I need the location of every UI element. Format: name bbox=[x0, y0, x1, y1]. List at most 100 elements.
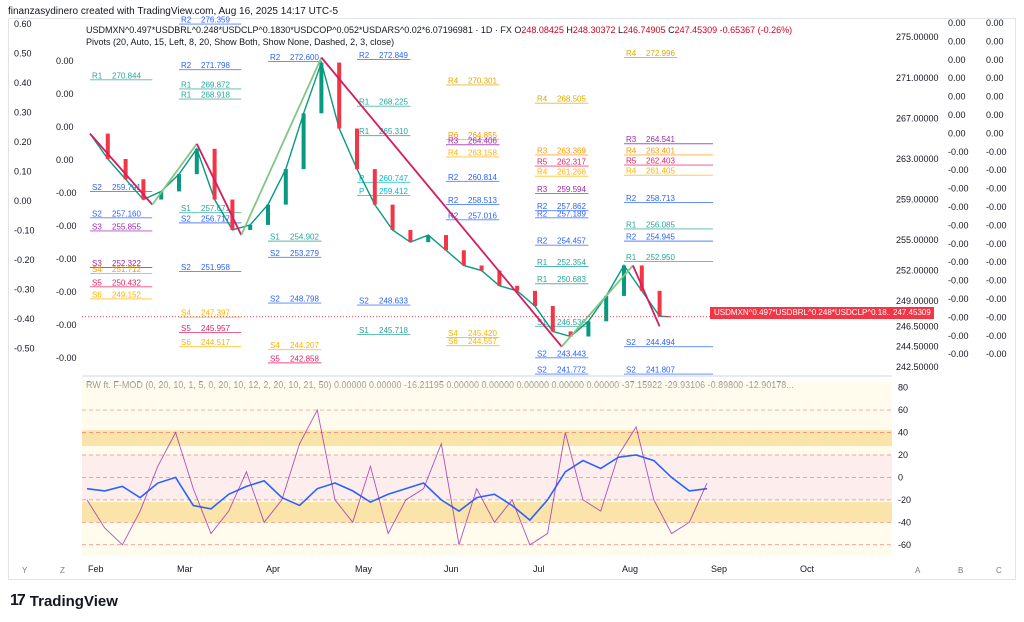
pivot-label: R3 bbox=[448, 136, 459, 145]
pivot-label: R2 bbox=[181, 16, 192, 25]
timezone-z-button[interactable]: Z bbox=[60, 566, 65, 575]
left-inner-tick: 0.00 bbox=[56, 56, 74, 66]
right-scale-a-tick: -0.00 bbox=[948, 257, 969, 267]
left-inner-tick: 0.00 bbox=[56, 122, 74, 132]
right-scale-a-tick: -0.00 bbox=[948, 349, 969, 359]
right-scale-b-tick: 0.00 bbox=[986, 128, 1004, 138]
pivot-label: R3 bbox=[537, 146, 548, 155]
pivot-label: S6 bbox=[92, 290, 102, 299]
zigzag-segment bbox=[632, 265, 661, 327]
time-axis-tick: Jul bbox=[533, 564, 545, 574]
pivot-label: R2 bbox=[448, 196, 459, 205]
right-scale-a-tick: -0.00 bbox=[948, 147, 969, 157]
pivot-value: 244.494 bbox=[646, 338, 675, 347]
price-candle bbox=[444, 235, 448, 251]
pivot-label: R1 bbox=[626, 220, 637, 229]
pivot-value: 263.158 bbox=[468, 148, 497, 157]
pivot-label: R2 bbox=[626, 233, 637, 242]
pivot-label: R4 bbox=[537, 95, 548, 104]
right-scale-b-tick: -0.00 bbox=[986, 184, 1007, 194]
oscillator-axis-tick: 20 bbox=[898, 450, 908, 460]
price-candle bbox=[550, 306, 555, 332]
left-scale-tick: -0.10 bbox=[14, 226, 35, 236]
price-candle bbox=[390, 204, 395, 230]
price-candle bbox=[426, 235, 431, 243]
price-axis-tick: 242.50000 bbox=[896, 362, 939, 372]
pivot-value: 254.457 bbox=[557, 237, 586, 246]
zigzag-segment bbox=[151, 143, 198, 206]
right-scale-a-tick: -0.00 bbox=[948, 294, 969, 304]
pivot-label: S2 bbox=[626, 338, 636, 347]
pivot-label: R5 bbox=[626, 157, 637, 166]
time-axis-tick: Feb bbox=[88, 564, 104, 574]
pivot-label: R2 bbox=[448, 173, 459, 182]
left-scale-tick: 0.20 bbox=[14, 137, 32, 147]
left-inner-tick: -0.00 bbox=[56, 320, 77, 330]
pivot-label: R1 bbox=[626, 253, 637, 262]
pivot-label: S3 bbox=[92, 222, 102, 231]
pivot-label: S2 bbox=[359, 297, 369, 306]
brand-name: TradingView bbox=[29, 592, 118, 610]
right-scale-b-tick: -0.00 bbox=[986, 294, 1007, 304]
pivot-value: 272.996 bbox=[646, 49, 675, 58]
pivot-label: R2 bbox=[359, 51, 370, 60]
pivot-value: 250.432 bbox=[112, 278, 141, 287]
right-scale-b-tick: 0.00 bbox=[986, 110, 1004, 120]
price-candle bbox=[372, 169, 377, 205]
right-scale-a-tick: 0.00 bbox=[948, 55, 966, 65]
pivot-label: S4 bbox=[181, 309, 191, 318]
pivot-label: S2 bbox=[537, 349, 547, 358]
price-candle bbox=[408, 229, 413, 243]
right-scale-b-tick: 0.00 bbox=[986, 55, 1004, 65]
scale-c-button[interactable]: C bbox=[996, 566, 1002, 575]
pivot-label: S4 bbox=[270, 341, 280, 350]
right-scale-a-tick: 0.00 bbox=[948, 128, 966, 138]
pivot-label: R4 bbox=[537, 168, 548, 177]
price-candle bbox=[319, 62, 324, 114]
pivot-value: 251.712 bbox=[112, 265, 141, 274]
pivot-label: R1 bbox=[181, 91, 192, 100]
left-scale-tick: 0.60 bbox=[14, 19, 32, 29]
pivot-value: 271.798 bbox=[201, 61, 230, 70]
pivot-value: 257.189 bbox=[557, 209, 586, 218]
pivot-value: 268.918 bbox=[201, 91, 230, 100]
pivot-value: 255.855 bbox=[112, 222, 141, 231]
price-candle bbox=[461, 250, 466, 266]
timezone-y-button[interactable]: Y bbox=[22, 566, 27, 575]
last-price-tag: 247.45309 bbox=[890, 307, 934, 319]
price-axis-tick: 259.00000 bbox=[896, 195, 939, 205]
auto-scale-button[interactable]: A bbox=[915, 566, 920, 575]
pivot-value: 256.085 bbox=[646, 220, 675, 229]
price-pane: R2 276.359 R1 270.844 R2 271.798 R1 269.872 R1 26… bbox=[82, 16, 892, 375]
price-candle bbox=[622, 265, 626, 296]
pivot-label: R4 bbox=[448, 148, 459, 157]
price-candle bbox=[177, 174, 181, 192]
right-scale-b-tick: 0.00 bbox=[986, 73, 1004, 83]
oscillator-axis-tick: 60 bbox=[898, 405, 908, 415]
pivot-label: S5 bbox=[181, 324, 191, 333]
pivot-label: R1 bbox=[537, 258, 548, 267]
pivot-value: 244.517 bbox=[201, 338, 230, 347]
right-scale-b-tick: 0.00 bbox=[986, 36, 1004, 46]
left-scale-tick: 0.50 bbox=[14, 49, 32, 59]
price-axis-tick: 255.00000 bbox=[896, 235, 939, 245]
pivot-value: 248.633 bbox=[379, 297, 408, 306]
pivot-label: R2 bbox=[537, 209, 548, 218]
pivot-value: 262.317 bbox=[557, 158, 586, 167]
pivot-label: S2 bbox=[270, 295, 280, 304]
time-axis-tick: Mar bbox=[177, 564, 193, 574]
left-scale-tick: -0.50 bbox=[14, 344, 35, 354]
scale-b-button[interactable]: B bbox=[958, 566, 963, 575]
left-inner-tick: -0.00 bbox=[56, 221, 77, 231]
pivot-value: 241.807 bbox=[646, 366, 675, 375]
oscillator-axis-tick: 80 bbox=[898, 383, 908, 393]
oscillator-axis-tick: -20 bbox=[898, 495, 911, 505]
pivot-label: R3 bbox=[537, 185, 548, 194]
time-axis-tick: May bbox=[355, 564, 373, 574]
pivot-label: S4 bbox=[92, 265, 102, 274]
pivot-label: R2 bbox=[270, 53, 281, 62]
pivot-label: S2 bbox=[92, 209, 102, 218]
left-scale-tick: -0.20 bbox=[14, 255, 35, 265]
pivot-label: S1 bbox=[181, 204, 191, 213]
right-scale-a-tick: -0.00 bbox=[948, 184, 969, 194]
